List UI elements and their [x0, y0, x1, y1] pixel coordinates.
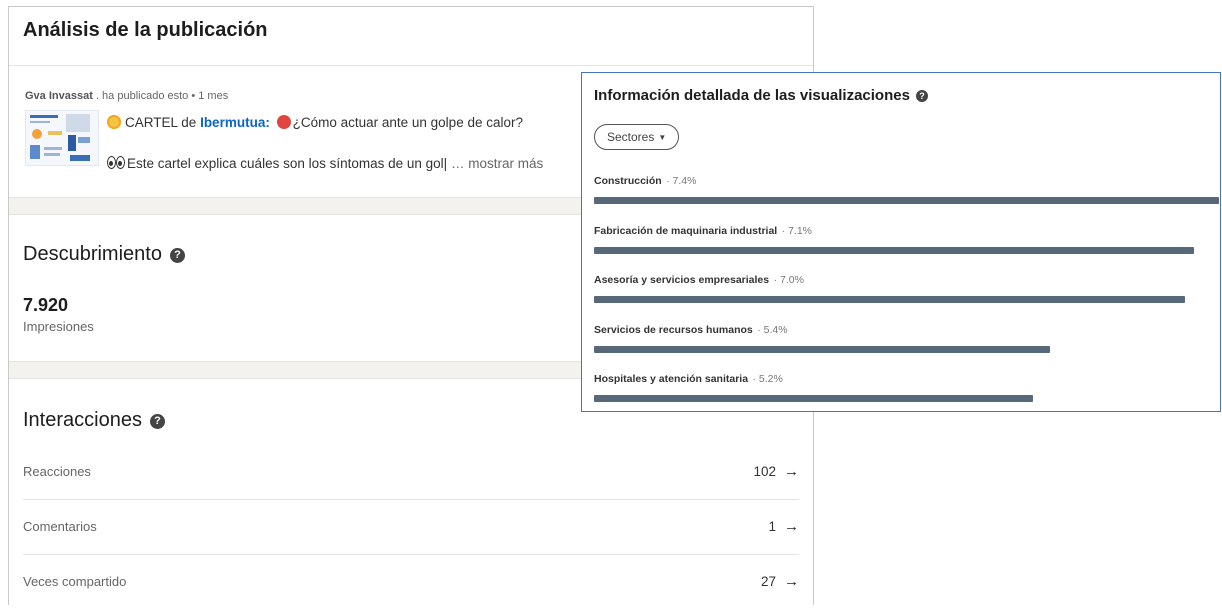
sector-label: Asesoría y servicios empresariales — [594, 274, 770, 286]
divider — [9, 65, 813, 66]
row-label: Veces compartido — [23, 574, 127, 589]
interaction-row-comments[interactable]: Comentarios 1 → — [23, 500, 799, 555]
arrow-right-icon[interactable]: → — [784, 518, 799, 535]
impressions-label: Impresiones — [23, 319, 94, 334]
caret-down-icon: ▼ — [658, 133, 667, 142]
arrow-right-icon[interactable]: → — [784, 573, 799, 590]
sector-bar-track — [594, 395, 1219, 402]
post-text-suffix: ¿Cómo actuar ante un golpe de calor? — [292, 115, 523, 130]
sector-percent: · 7.4% — [666, 175, 697, 187]
views-breakdown-panel: Información detallada de las visualizaci… — [581, 72, 1221, 412]
row-value: 1 — [768, 519, 776, 534]
sector-item: Fabricación de maquinaria industrial · 7… — [594, 221, 1219, 254]
post-author-name[interactable]: Gva Invassat — [25, 90, 93, 102]
sector-percent: · 7.0% — [773, 274, 804, 286]
sector-bar — [594, 296, 1185, 303]
sun-emoji-icon — [107, 115, 121, 129]
sector-bar-track — [594, 296, 1219, 303]
sector-item: Construcción · 7.4% — [594, 171, 1219, 204]
discovery-heading: Descubrimiento? — [23, 243, 185, 266]
interaction-row-shares[interactable]: Veces compartido 27 → — [23, 555, 799, 609]
sector-label: Construcción — [594, 175, 662, 187]
interaction-row-reactions[interactable]: Reacciones 102 → — [23, 445, 799, 500]
sector-bar-track — [594, 197, 1219, 204]
sector-percent: · 5.4% — [757, 323, 788, 336]
sector-bar — [594, 197, 1219, 204]
page-title: Análisis de la publicación — [23, 19, 268, 41]
sector-bar-track — [594, 246, 1219, 254]
hot-face-emoji-icon — [276, 115, 291, 129]
sector-bar — [594, 345, 1050, 353]
post-author-line: Gva Invassat . ha publicado esto • 1 mes — [25, 90, 228, 102]
sector-bar — [594, 246, 1194, 254]
show-more-link[interactable]: … mostrar más — [451, 156, 543, 171]
sector-percent: · 5.2% — [752, 373, 783, 385]
help-icon[interactable]: ? — [169, 248, 185, 263]
sector-bar — [594, 395, 1033, 402]
sector-filter-dropdown[interactable]: Sectores ▼ — [594, 124, 680, 150]
sector-item: Servicios de recursos humanos · 5.4% — [594, 320, 1219, 353]
help-icon[interactable]: ? — [149, 414, 165, 429]
eyes-emoji-icon — [107, 156, 125, 169]
post-text-prefix: CARTEL de — [125, 115, 197, 130]
row-label: Reacciones — [23, 464, 91, 479]
row-value: 27 — [760, 574, 776, 589]
sector-percent: · 7.1% — [781, 224, 813, 237]
post-text-body: Este cartel explica cuáles son los sínto… — [127, 156, 448, 171]
sector-label: Fabricación de maquinaria industrial — [594, 224, 778, 237]
interactions-heading: Interacciones? — [23, 409, 165, 432]
impressions-value: 7.920 — [23, 295, 69, 315]
row-value: 102 — [753, 464, 776, 479]
help-icon[interactable]: ? — [915, 90, 928, 102]
row-label: Comentarios — [23, 519, 97, 534]
sector-item: Asesoría y servicios empresariales · 7.0… — [594, 270, 1219, 303]
post-thumbnail[interactable] — [25, 110, 99, 166]
sector-label: Hospitales y atención sanitaria — [594, 373, 749, 385]
sector-bar-track — [594, 345, 1219, 353]
sector-item: Hospitales y atención sanitaria · 5.2% — [594, 369, 1219, 402]
sector-label: Servicios de recursos humanos — [594, 323, 753, 336]
post-text-line1: CARTEL de Ibermutua: ¿Cómo actuar ante u… — [107, 115, 523, 130]
post-author-suffix: . ha publicado esto • 1 mes — [95, 90, 229, 102]
panel-title: Información detallada de las visualizaci… — [594, 87, 928, 104]
mention-link[interactable]: Ibermutua — [200, 115, 265, 130]
arrow-right-icon[interactable]: → — [784, 463, 799, 480]
post-text-line2: Este cartel explica cuáles son los sínto… — [107, 156, 543, 171]
